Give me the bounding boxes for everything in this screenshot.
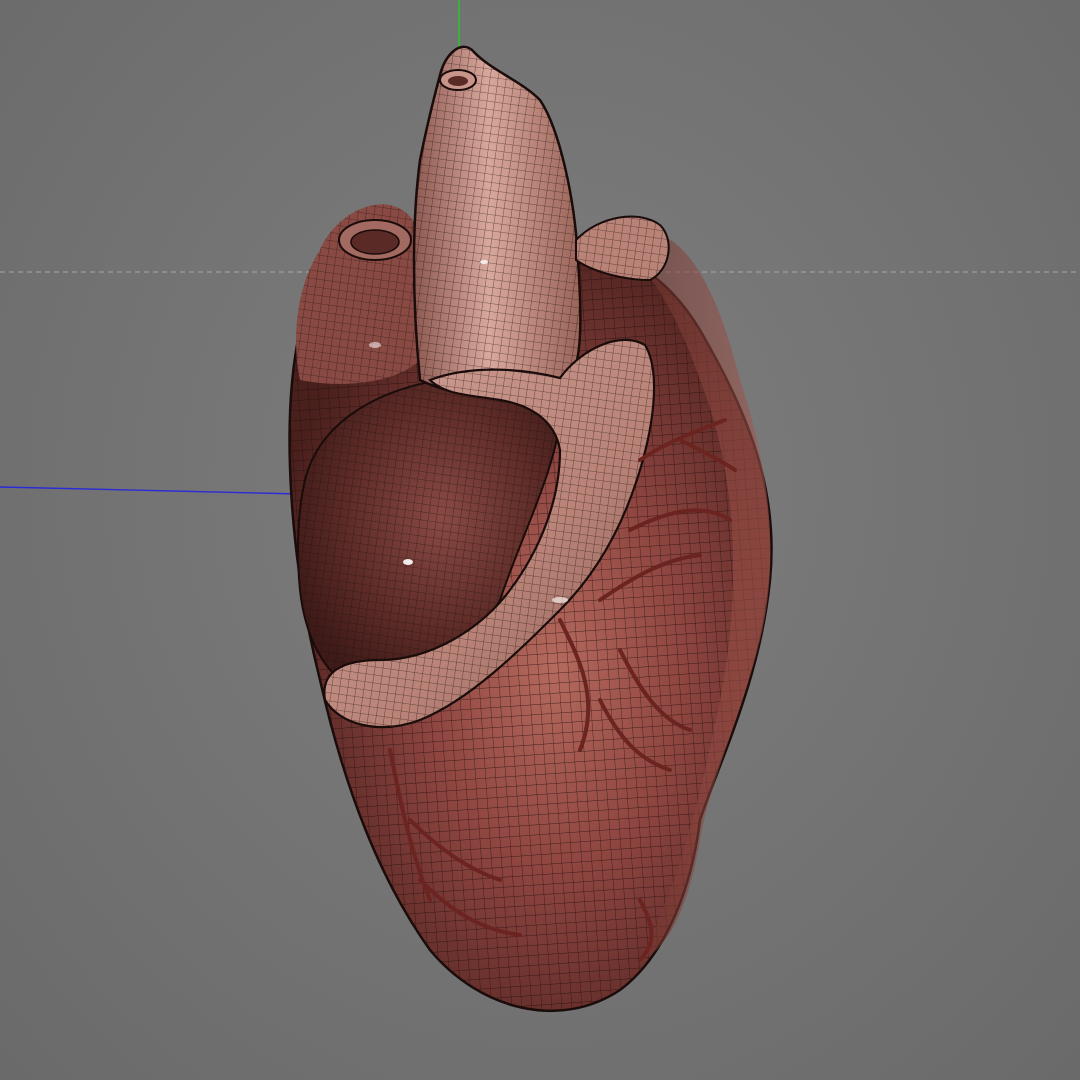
heart-model[interactable]	[0, 0, 1080, 1080]
3d-viewport[interactable]	[0, 0, 1080, 1080]
vena-cava	[296, 204, 420, 384]
aorta	[412, 45, 582, 397]
